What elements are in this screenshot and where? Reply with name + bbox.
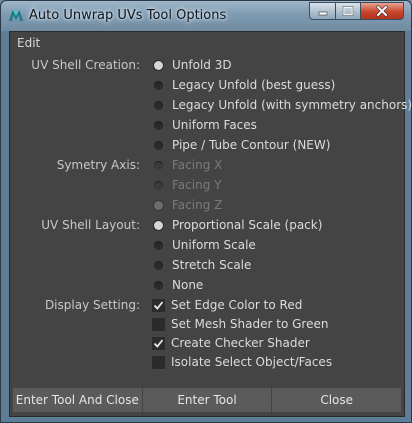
option-label: Uniform Scale	[172, 238, 256, 252]
checkbox-mesh-shader-green[interactable]: Set Mesh Shader to Green	[152, 315, 328, 333]
radio-button[interactable]	[154, 160, 163, 170]
maximize-icon	[342, 6, 354, 16]
option-label: Legacy Unfold (with symmetry anchors)	[172, 98, 412, 112]
radio-proportional-scale[interactable]: Proportional Scale (pack)	[152, 216, 322, 234]
option-label: Uniform Faces	[172, 118, 257, 132]
radio-uniform-scale[interactable]: Uniform Scale	[152, 236, 256, 254]
title-bar[interactable]: Auto Unwrap UVs Tool Options	[1, 1, 411, 31]
radio-button[interactable]	[154, 120, 163, 130]
radio-facing-z[interactable]: Facing Z	[152, 196, 222, 214]
maya-app-icon	[9, 8, 23, 21]
radio-legacy-unfold-symmetry[interactable]: Legacy Unfold (with symmetry anchors)	[152, 96, 412, 114]
checkbox[interactable]	[152, 336, 165, 350]
option-label: Set Edge Color to Red	[171, 298, 303, 312]
option-label: Facing X	[172, 158, 223, 172]
close-icon	[376, 5, 388, 17]
maximize-button[interactable]	[335, 2, 361, 20]
checkbox-edge-color-red[interactable]: Set Edge Color to Red	[152, 296, 302, 314]
button-bar: Enter Tool And Close Enter Tool Close	[13, 388, 402, 412]
option-label: Unfold 3D	[172, 58, 232, 72]
radio-button[interactable]	[154, 200, 163, 210]
radio-legacy-unfold-best-guess[interactable]: Legacy Unfold (best guess)	[152, 76, 335, 94]
option-label: None	[172, 278, 204, 292]
close-button[interactable]: Close	[272, 388, 402, 412]
checkbox[interactable]	[152, 317, 165, 331]
window-title: Auto Unwrap UVs Tool Options	[29, 8, 227, 23]
menu-edit[interactable]: Edit	[17, 36, 40, 50]
radio-button[interactable]	[154, 280, 163, 290]
checkbox-create-checker-shader[interactable]: Create Checker Shader	[152, 334, 310, 352]
checkmark-icon	[153, 300, 164, 310]
close-window-button[interactable]	[360, 2, 404, 20]
checkbox[interactable]	[152, 355, 165, 369]
options-panel: Edit UV Shell Creation: Unfold 3D Legacy…	[9, 31, 412, 417]
uv-shell-layout-label: UV Shell Layout:	[41, 218, 140, 232]
uv-shell-creation-label: UV Shell Creation:	[31, 58, 140, 72]
radio-stretch-scale[interactable]: Stretch Scale	[152, 256, 251, 274]
minimize-icon	[318, 11, 327, 16]
radio-unfold-3d[interactable]: Unfold 3D	[152, 56, 232, 74]
option-label: Stretch Scale	[172, 258, 252, 272]
option-label: Pipe / Tube Contour (NEW)	[172, 138, 331, 152]
radio-button[interactable]	[154, 240, 163, 250]
option-label: Set Mesh Shader to Green	[171, 317, 329, 331]
option-label: Create Checker Shader	[171, 336, 310, 350]
radio-none[interactable]: None	[152, 276, 203, 294]
option-label: Facing Z	[172, 198, 223, 212]
radio-button[interactable]	[154, 140, 163, 150]
radio-button[interactable]	[154, 180, 163, 190]
option-label: Proportional Scale (pack)	[172, 218, 323, 232]
symmetry-axis-label: Symetry Axis:	[56, 158, 140, 172]
radio-uniform-faces[interactable]: Uniform Faces	[152, 116, 257, 134]
radio-pipe-tube-contour[interactable]: Pipe / Tube Contour (NEW)	[152, 136, 330, 154]
enter-tool-button[interactable]: Enter Tool	[142, 388, 273, 412]
menu-bar: Edit	[10, 32, 404, 52]
option-label: Facing Y	[172, 178, 222, 192]
radio-facing-y[interactable]: Facing Y	[152, 176, 221, 194]
radio-button[interactable]	[154, 60, 163, 70]
checkbox-isolate-select[interactable]: Isolate Select Object/Faces	[152, 353, 332, 371]
minimize-button[interactable]	[309, 2, 336, 20]
option-label: Isolate Select Object/Faces	[171, 355, 333, 369]
tool-options-window: Auto Unwrap UVs Tool Options Edit UV She…	[0, 0, 412, 423]
enter-tool-and-close-button[interactable]: Enter Tool And Close	[13, 388, 143, 412]
checkbox[interactable]	[152, 298, 165, 312]
display-setting-label: Display Setting:	[44, 298, 140, 312]
radio-button[interactable]	[154, 260, 163, 270]
option-label: Legacy Unfold (best guess)	[172, 78, 336, 92]
radio-button[interactable]	[154, 80, 163, 90]
radio-facing-x[interactable]: Facing X	[152, 156, 222, 174]
radio-button[interactable]	[154, 220, 163, 230]
checkmark-icon	[153, 338, 164, 348]
radio-button[interactable]	[154, 100, 163, 110]
